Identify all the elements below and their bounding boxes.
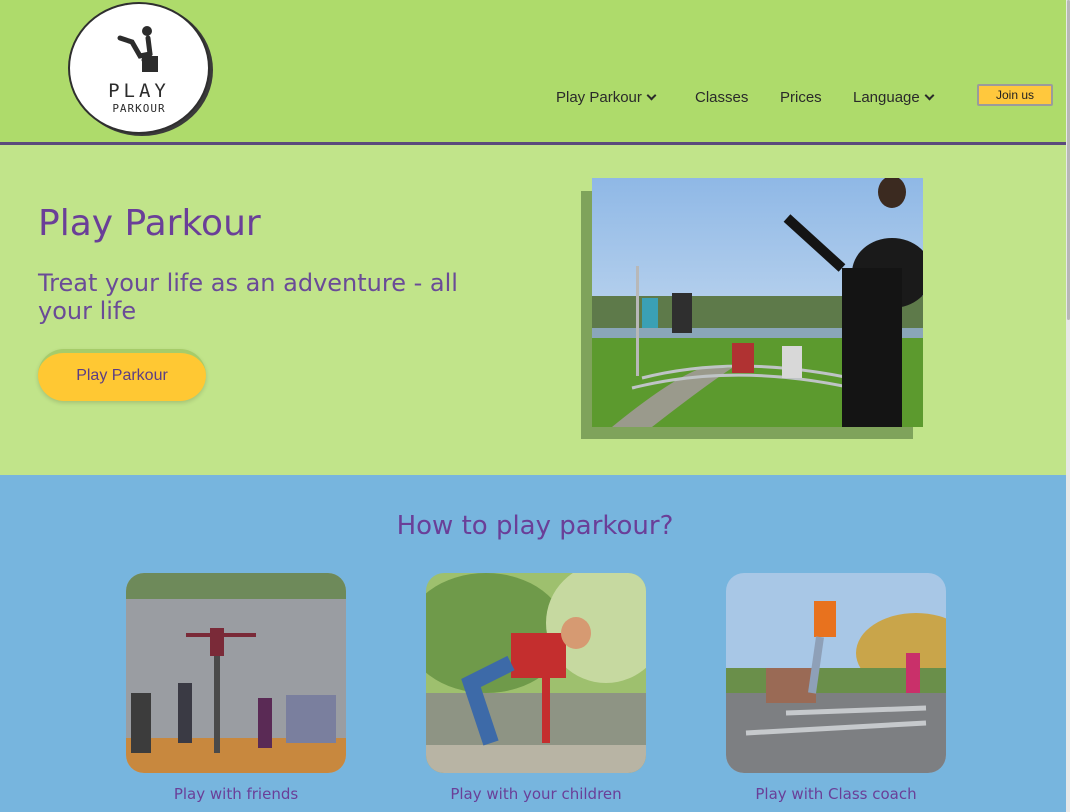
logo-text-play: PLAY: [108, 80, 170, 102]
card-label-coach[interactable]: Play with Class coach: [706, 785, 966, 803]
card-label-friends[interactable]: Play with friends: [106, 785, 366, 803]
card-label-children[interactable]: Play with your children: [406, 785, 666, 803]
hero-cta-button[interactable]: Play Parkour: [38, 349, 206, 401]
nav-item-language[interactable]: Language: [853, 85, 935, 109]
hero-section: Play Parkour Treat your life as an adven…: [0, 145, 1070, 475]
hero-photo: [592, 178, 923, 427]
chevron-down-icon: [646, 90, 657, 100]
logo-text-parkour: PARKOUR: [112, 102, 166, 115]
card-image-coach[interactable]: [726, 573, 946, 773]
section-title: How to play parkour?: [396, 511, 674, 541]
nav-item-play-parkour[interactable]: Play Parkour: [556, 85, 657, 109]
site-logo[interactable]: PLAY PARKOUR: [68, 2, 210, 134]
nav-item-prices[interactable]: Prices: [780, 85, 822, 109]
nav-label: Prices: [780, 88, 822, 106]
join-us-button[interactable]: Join us: [977, 84, 1053, 106]
nav-label: Language: [853, 88, 920, 106]
hero-subtitle: Treat your life as an adventure - all yo…: [38, 269, 458, 325]
chevron-down-icon: [924, 90, 935, 100]
card-image-children[interactable]: [426, 573, 646, 773]
nav-item-classes[interactable]: Classes: [695, 85, 748, 109]
nav-label: Play Parkour: [556, 88, 642, 106]
card-image-friends[interactable]: [126, 573, 346, 773]
hero-title: Play Parkour: [38, 203, 261, 244]
nav-label: Classes: [695, 88, 749, 106]
site-header: PLAY PARKOUR Play Parkour Classes Prices…: [0, 0, 1070, 145]
